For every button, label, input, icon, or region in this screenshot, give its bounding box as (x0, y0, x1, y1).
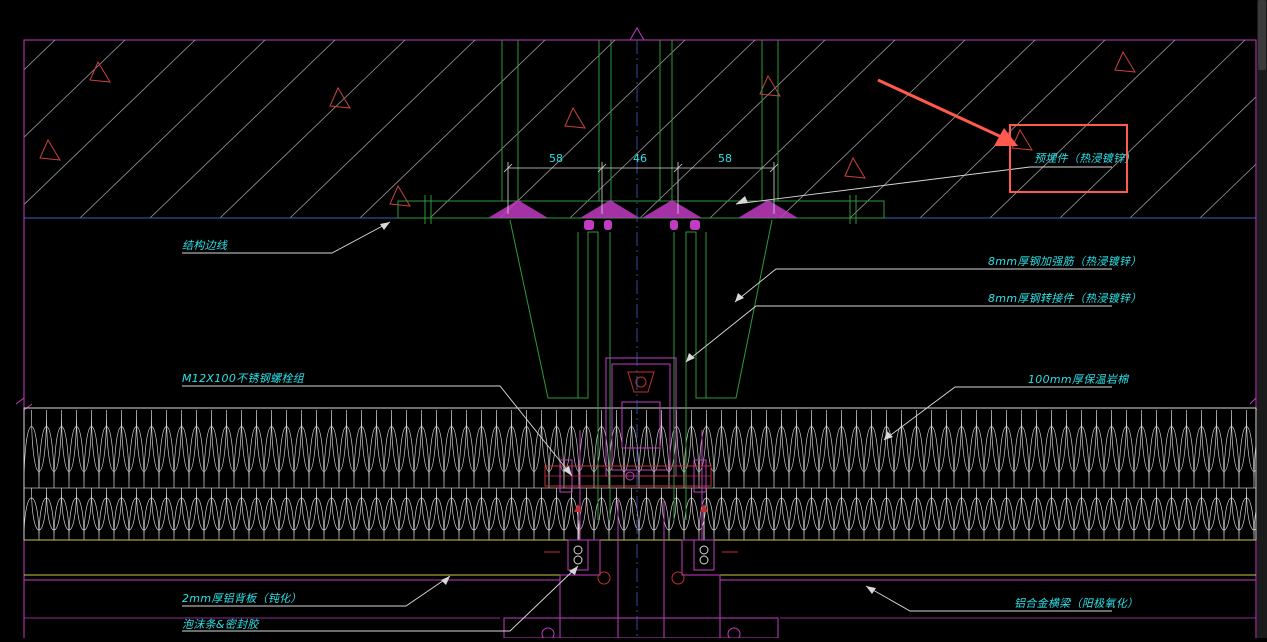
label-stiffener: 8mm厚钢加强筋（热浸镀锌） (988, 255, 1142, 268)
label-foam-strip: 泡沫条&密封胶 (182, 618, 259, 631)
section-detail-drawing (15, 27, 1265, 641)
label-aluminum-backplate: 2mm厚铝背板（钝化） (182, 592, 302, 605)
label-embedded-part: 预埋件（热浸镀锌） (1034, 152, 1136, 165)
label-steel-connector: 8mm厚钢转接件（热浸镀锌） (988, 292, 1142, 305)
label-aluminum-transom: 铝合金横梁（阳极氧化） (1014, 597, 1139, 610)
vertical-scrollbar[interactable] (1257, 0, 1267, 638)
connector-caps (584, 220, 700, 230)
annotation-callout (877, 78, 1128, 193)
leader-lines (182, 166, 1112, 632)
cad-drawing: 58 46 58 预埋件（热浸镀锌） 结构边线 8mm厚钢加强筋（热浸镀锌） 8… (0, 0, 1267, 641)
insulation-layer (23, 407, 1257, 619)
dimension-right: 58 (718, 152, 732, 165)
dimension-lines (503, 162, 779, 214)
drawing-boundary (15, 27, 1265, 638)
label-insulation: 100mm厚保温岩棉 (1028, 373, 1129, 386)
dimension-left: 58 (549, 152, 563, 165)
embedded-plate (397, 40, 885, 224)
label-bolt-group: M12X100不锈钢螺栓组 (182, 372, 304, 385)
scrollbar-thumb[interactable] (1258, 0, 1266, 70)
dimension-center: 46 (633, 152, 647, 165)
label-structure-edge: 结构边线 (182, 239, 228, 252)
